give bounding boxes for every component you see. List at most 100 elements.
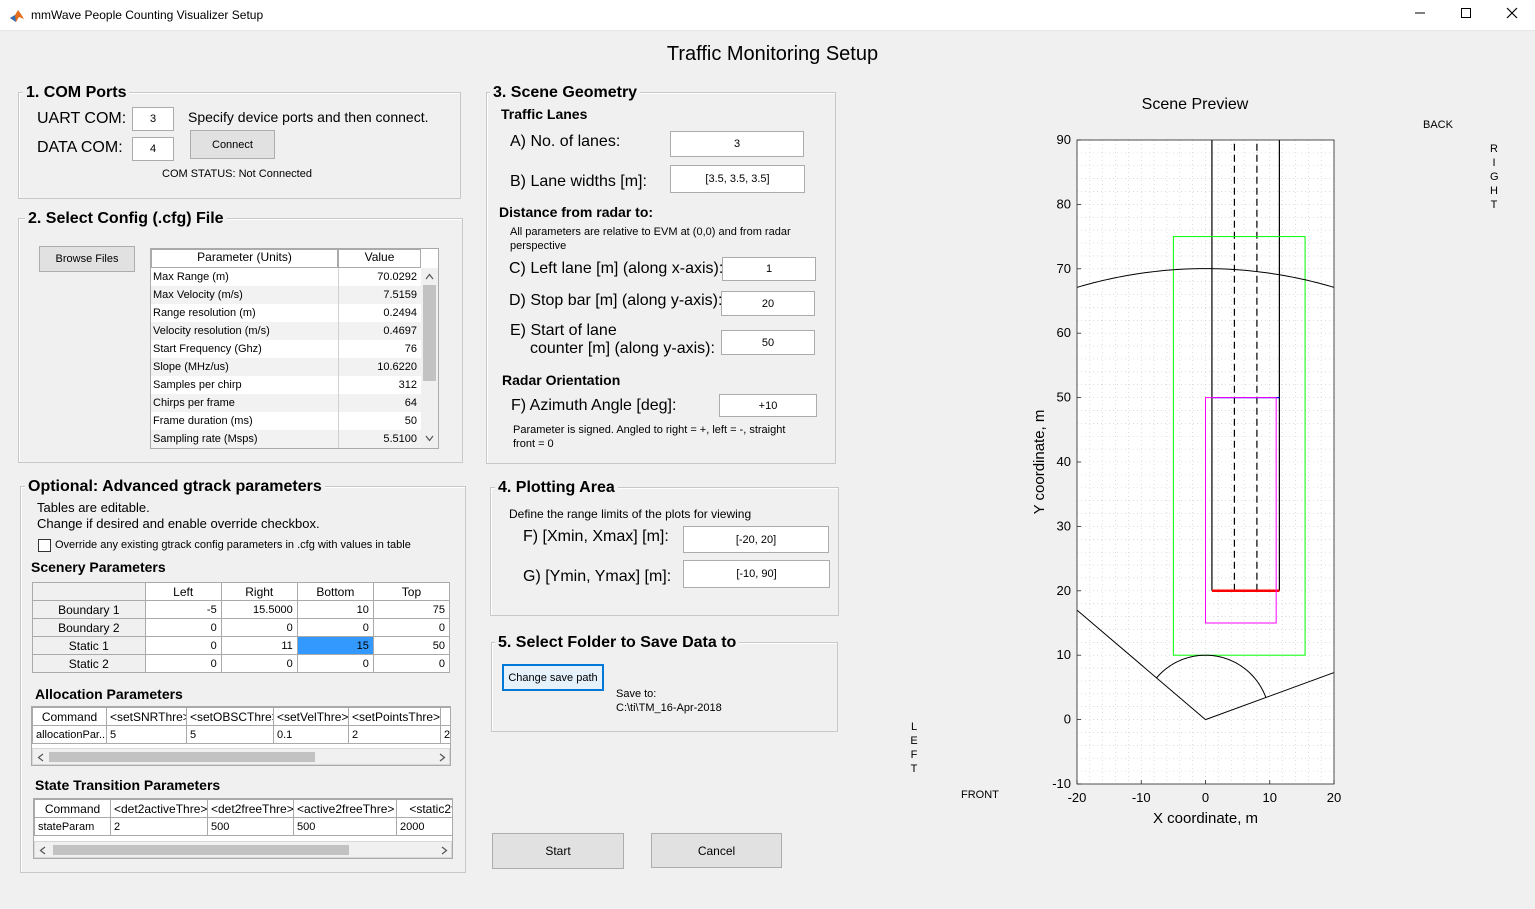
allocation-col-header[interactable]: < bbox=[440, 707, 450, 726]
stop-bar-field[interactable]: 20 bbox=[721, 291, 815, 316]
scroll-down-icon[interactable] bbox=[425, 435, 434, 442]
state-cell[interactable]: 500 bbox=[293, 817, 397, 836]
allocation-hscroll[interactable] bbox=[32, 748, 450, 765]
scroll-left-icon[interactable] bbox=[37, 753, 44, 762]
state-cell[interactable]: 2 bbox=[110, 817, 208, 836]
config-row[interactable]: Samples per chirp 312 bbox=[151, 376, 421, 394]
scenery-cell[interactable]: 0 bbox=[372, 654, 451, 673]
config-value-cell[interactable]: 312 bbox=[337, 376, 421, 394]
col-param-header[interactable]: Parameter (Units) bbox=[151, 249, 338, 268]
allocation-cell[interactable]: 5 bbox=[186, 725, 274, 744]
config-table[interactable]: Parameter (Units) Value Max Range (m) 70.… bbox=[150, 248, 439, 449]
scenery-cell[interactable]: 0 bbox=[144, 654, 222, 673]
config-value-cell[interactable]: 5.5100 bbox=[337, 430, 421, 448]
close-button[interactable] bbox=[1489, 0, 1535, 31]
config-value-cell[interactable]: 76 bbox=[337, 340, 421, 358]
scenery-cell[interactable]: 0 bbox=[220, 654, 298, 673]
config-value-cell[interactable]: 10.6220 bbox=[337, 358, 421, 376]
scroll-left-icon[interactable] bbox=[39, 846, 46, 855]
scenery-cell[interactable]: 15.5000 bbox=[220, 600, 298, 619]
config-row[interactable]: Sampling rate (Msps) 5.5100 bbox=[151, 430, 421, 448]
allocation-hscroll-thumb[interactable] bbox=[49, 752, 315, 762]
scenery-cell[interactable]: 0 bbox=[372, 618, 451, 637]
config-value-cell[interactable]: 64 bbox=[337, 394, 421, 412]
allocation-col-header[interactable]: Command bbox=[32, 707, 107, 726]
allocation-cell[interactable]: allocationPar... bbox=[32, 725, 107, 744]
scenery-col-right[interactable]: Right bbox=[220, 582, 298, 601]
azimuth-field[interactable]: +10 bbox=[719, 394, 817, 417]
state-cell[interactable]: stateParam bbox=[34, 817, 111, 836]
scroll-right-icon[interactable] bbox=[441, 846, 448, 855]
connect-button[interactable]: Connect bbox=[190, 130, 275, 159]
scenery-cell[interactable]: 0 bbox=[296, 618, 374, 637]
config-row[interactable]: Range resolution (m) 0.2494 bbox=[151, 304, 421, 322]
state-cell[interactable]: 500 bbox=[207, 817, 294, 836]
config-row[interactable]: Slope (MHz/us) 10.6220 bbox=[151, 358, 421, 376]
y-range-field[interactable]: [-10, 90] bbox=[683, 560, 830, 588]
config-value-cell[interactable]: 7.5159 bbox=[337, 286, 421, 304]
scenery-table[interactable]: Left Right Bottom Top Boundary 1 -5 15.500… bbox=[32, 582, 451, 673]
state-col-header[interactable]: <active2freeThre> bbox=[293, 799, 397, 818]
start-button[interactable]: Start bbox=[492, 833, 624, 869]
allocation-cell[interactable]: 5 bbox=[106, 725, 187, 744]
scenery-col-top[interactable]: Top bbox=[372, 582, 451, 601]
scenery-cell[interactable]: 0 bbox=[144, 618, 222, 637]
scenery-cell[interactable]: 10 bbox=[296, 600, 374, 619]
scenery-cell[interactable]: 50 bbox=[372, 636, 451, 655]
minimize-button[interactable] bbox=[1397, 0, 1443, 31]
scenery-cell[interactable]: 0 bbox=[220, 618, 298, 637]
override-checkbox[interactable] bbox=[38, 539, 51, 552]
state-col-header[interactable]: Command bbox=[34, 799, 111, 818]
state-cell[interactable]: 2000 bbox=[396, 817, 452, 836]
state-col-header[interactable]: <det2activeThre> bbox=[110, 799, 208, 818]
config-row[interactable]: Max Velocity (m/s) 7.5159 bbox=[151, 286, 421, 304]
allocation-cell[interactable]: 0.1 bbox=[273, 725, 349, 744]
browse-files-button[interactable]: Browse Files bbox=[39, 246, 135, 272]
num-lanes-field[interactable]: 3 bbox=[670, 131, 804, 157]
scenery-cell[interactable]: 0 bbox=[296, 654, 374, 673]
scroll-up-icon[interactable] bbox=[425, 273, 434, 280]
scenery-cell[interactable]: 0 bbox=[144, 636, 222, 655]
config-row[interactable]: Start Frequency (Ghz) 76 bbox=[151, 340, 421, 358]
left-lane-field[interactable]: 1 bbox=[722, 257, 816, 281]
allocation-col-header[interactable]: <setPointsThre> bbox=[348, 707, 441, 726]
change-save-path-button[interactable]: Change save path bbox=[502, 664, 604, 691]
allocation-cell[interactable]: 2. bbox=[440, 725, 450, 744]
config-value-cell[interactable]: 0.2494 bbox=[337, 304, 421, 322]
plotting-note: Define the range limits of the plots for… bbox=[509, 507, 752, 521]
scenery-cell[interactable]: -5 bbox=[144, 600, 222, 619]
config-scrollbar[interactable] bbox=[421, 268, 438, 448]
config-value-cell[interactable]: 0.4697 bbox=[337, 322, 421, 340]
scroll-thumb[interactable] bbox=[423, 285, 436, 381]
scenery-cell[interactable]: 75 bbox=[372, 600, 451, 619]
allocation-col-header[interactable]: <setVelThre> bbox=[273, 707, 349, 726]
state-col-header[interactable]: <static2free bbox=[396, 799, 452, 818]
start-lane-field[interactable]: 50 bbox=[721, 330, 815, 355]
scenery-col-bottom[interactable]: Bottom bbox=[296, 582, 374, 601]
maximize-button[interactable] bbox=[1443, 0, 1489, 31]
scenery-col-left[interactable]: Left bbox=[144, 582, 222, 601]
scenery-cell[interactable]: 15 bbox=[296, 636, 374, 655]
config-value-cell[interactable]: 50 bbox=[337, 412, 421, 430]
state-table[interactable]: Command <det2activeThre> <det2freeThre> <ac… bbox=[33, 798, 453, 859]
uart-com-field[interactable]: 3 bbox=[132, 107, 174, 131]
col-value-header[interactable]: Value bbox=[338, 249, 421, 268]
allocation-col-header[interactable]: <setOBSCThre> bbox=[186, 707, 274, 726]
config-row[interactable]: Frame duration (ms) 50 bbox=[151, 412, 421, 430]
scenery-cell[interactable]: 11 bbox=[220, 636, 298, 655]
allocation-cell[interactable]: 2 bbox=[348, 725, 441, 744]
state-hscroll[interactable] bbox=[34, 841, 452, 858]
config-row[interactable]: Velocity resolution (m/s) 0.4697 bbox=[151, 322, 421, 340]
scroll-right-icon[interactable] bbox=[439, 753, 446, 762]
data-com-field[interactable]: 4 bbox=[132, 137, 174, 161]
config-row[interactable]: Chirps per frame 64 bbox=[151, 394, 421, 412]
state-hscroll-thumb[interactable] bbox=[53, 845, 349, 855]
allocation-table[interactable]: Command <setSNRThre> <setOBSCThre> <setVelT… bbox=[31, 706, 451, 766]
config-value-cell[interactable]: 70.0292 bbox=[337, 268, 421, 286]
lane-widths-field[interactable]: [3.5, 3.5, 3.5] bbox=[670, 165, 805, 193]
config-row[interactable]: Max Range (m) 70.0292 bbox=[151, 268, 421, 286]
allocation-col-header[interactable]: <setSNRThre> bbox=[106, 707, 187, 726]
state-col-header[interactable]: <det2freeThre> bbox=[207, 799, 294, 818]
x-range-field[interactable]: [-20, 20] bbox=[683, 526, 829, 553]
cancel-button[interactable]: Cancel bbox=[651, 833, 782, 868]
